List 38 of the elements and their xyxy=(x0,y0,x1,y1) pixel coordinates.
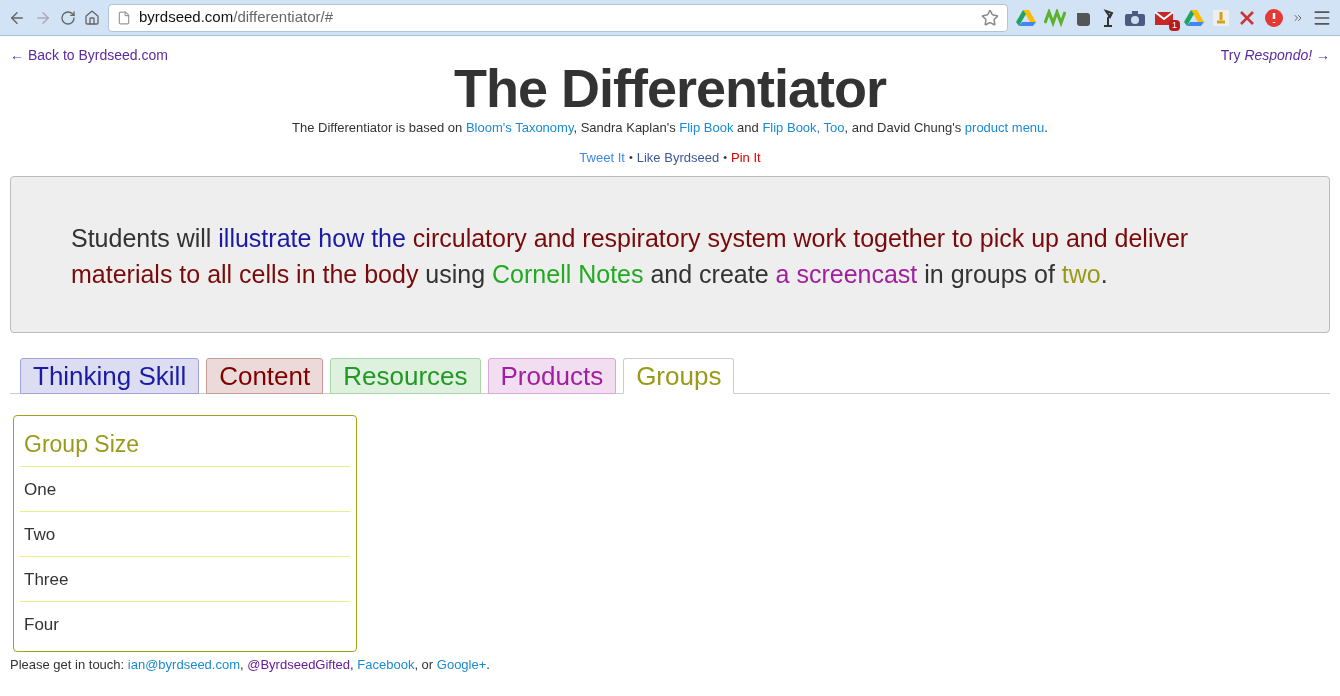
text-link[interactable]: @ByrdseedGifted xyxy=(247,657,351,672)
option-item[interactable]: Four xyxy=(20,602,350,647)
alert-icon[interactable] xyxy=(1264,7,1284,28)
envelope-icon[interactable] xyxy=(1154,8,1176,27)
page-title: The Differentiator xyxy=(453,60,886,116)
reload-icon[interactable] xyxy=(60,9,76,26)
share-link[interactable]: Pin It xyxy=(731,147,761,167)
camera-icon[interactable] xyxy=(1124,8,1146,27)
share-link[interactable]: Tweet It xyxy=(579,147,625,167)
bookmark-star-icon[interactable] xyxy=(981,8,999,27)
option-item[interactable]: Two xyxy=(20,512,350,557)
tab[interactable]: Resources xyxy=(330,358,481,394)
objective-sentence: Students will illustrate how the circulatory and respiratory system work together to pick up and deliver materials to all cells in the body using Cornell Notes and create a screencast in groups of two. xyxy=(71,223,1190,290)
text-link[interactable]: Flip Book, Too xyxy=(762,120,845,135)
text-link[interactable]: ian@byrdseed.com xyxy=(127,657,240,672)
option-item[interactable]: One xyxy=(20,467,350,512)
tab[interactable]: Content xyxy=(206,358,324,394)
share-link[interactable]: Like Byrdseed xyxy=(636,147,720,167)
text-link[interactable]: Flip Book xyxy=(679,120,734,135)
panel-title: Group Size xyxy=(20,416,350,467)
intro-sentence: The Differentiator is based on Bloom's Taxonomy, Sandra Kaplan's Flip Book and Flip Book, Too, and David Chung's product menu. xyxy=(292,119,1048,137)
notification-badge: 1 xyxy=(1169,19,1180,31)
contact-sentence: Please get in touch: ian@byrdseed.com, @ByrdseedGifted, Facebook, or Google+. xyxy=(9,656,491,674)
text-link[interactable]: Google+ xyxy=(436,657,487,672)
page-icon xyxy=(117,10,131,25)
home-icon[interactable] xyxy=(84,9,100,26)
tab[interactable]: Groups xyxy=(623,358,735,394)
triangle-icon[interactable] xyxy=(1184,8,1204,27)
url-text: byrdseed.com/differentiator/# xyxy=(139,7,334,28)
separator-dot: • xyxy=(628,150,633,165)
separator-dot: • xyxy=(723,150,727,165)
tab[interactable]: Thinking Skill xyxy=(20,358,200,394)
address-bar[interactable]: byrdseed.com/differentiator/# xyxy=(108,3,1008,32)
option-item[interactable]: Three xyxy=(20,557,350,602)
triangle-icon[interactable] xyxy=(1016,8,1036,27)
back-link[interactable]: ← Back to Byrdseed.com xyxy=(10,45,168,66)
try-link[interactable]: Try Respondo! → xyxy=(1220,45,1330,66)
tab[interactable]: Products xyxy=(487,358,617,394)
